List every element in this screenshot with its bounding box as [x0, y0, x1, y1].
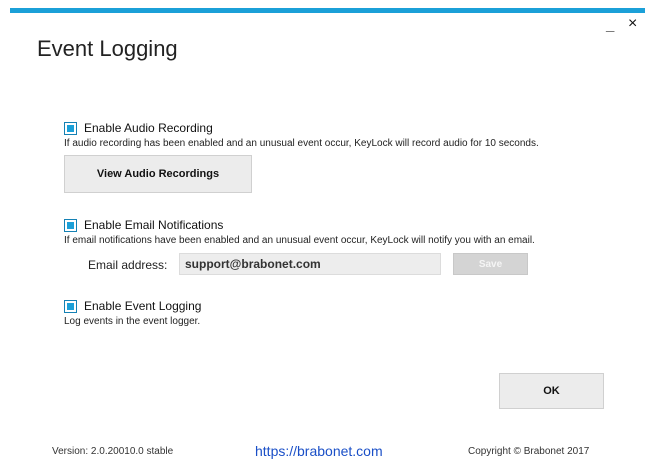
audio-recording-label: Enable Audio Recording — [84, 121, 213, 135]
view-audio-recordings-button[interactable]: View Audio Recordings — [64, 155, 252, 193]
copyright-text: Copyright © Brabonet 2017 — [468, 446, 590, 457]
email-address-input[interactable] — [179, 253, 441, 275]
close-button[interactable]: × — [628, 16, 637, 32]
email-notifications-checkbox[interactable] — [64, 218, 77, 232]
audio-checkbox-row[interactable]: Enable Audio Recording — [64, 121, 539, 135]
website-link[interactable]: https://brabonet.com — [255, 443, 383, 459]
version-text: Version: 2.0.20010.0 stable — [52, 446, 174, 457]
email-notifications-label: Enable Email Notifications — [84, 218, 224, 232]
email-checkbox-row[interactable]: Enable Email Notifications — [64, 218, 535, 232]
accent-bar — [10, 8, 645, 13]
audio-section: Enable Audio Recording If audio recordin… — [64, 121, 539, 149]
audio-recording-description: If audio recording has been enabled and … — [64, 138, 539, 149]
event-logging-label: Enable Event Logging — [84, 299, 202, 313]
event-logging-description: Log events in the event logger. — [64, 316, 201, 327]
audio-recording-checkbox[interactable] — [64, 121, 77, 135]
event-logging-checkbox[interactable] — [64, 299, 77, 313]
email-notifications-description: If email notifications have been enabled… — [64, 235, 535, 246]
email-section: Enable Email Notifications If email noti… — [64, 218, 535, 246]
logging-section: Enable Event Logging Log events in the e… — [64, 299, 201, 327]
save-button[interactable]: Save — [453, 253, 528, 275]
logging-checkbox-row[interactable]: Enable Event Logging — [64, 299, 201, 313]
ok-button[interactable]: OK — [499, 373, 604, 409]
page-title: Event Logging — [37, 36, 178, 61]
email-address-label: Email address: — [88, 258, 168, 272]
minimize-button[interactable]: _ — [606, 18, 614, 33]
